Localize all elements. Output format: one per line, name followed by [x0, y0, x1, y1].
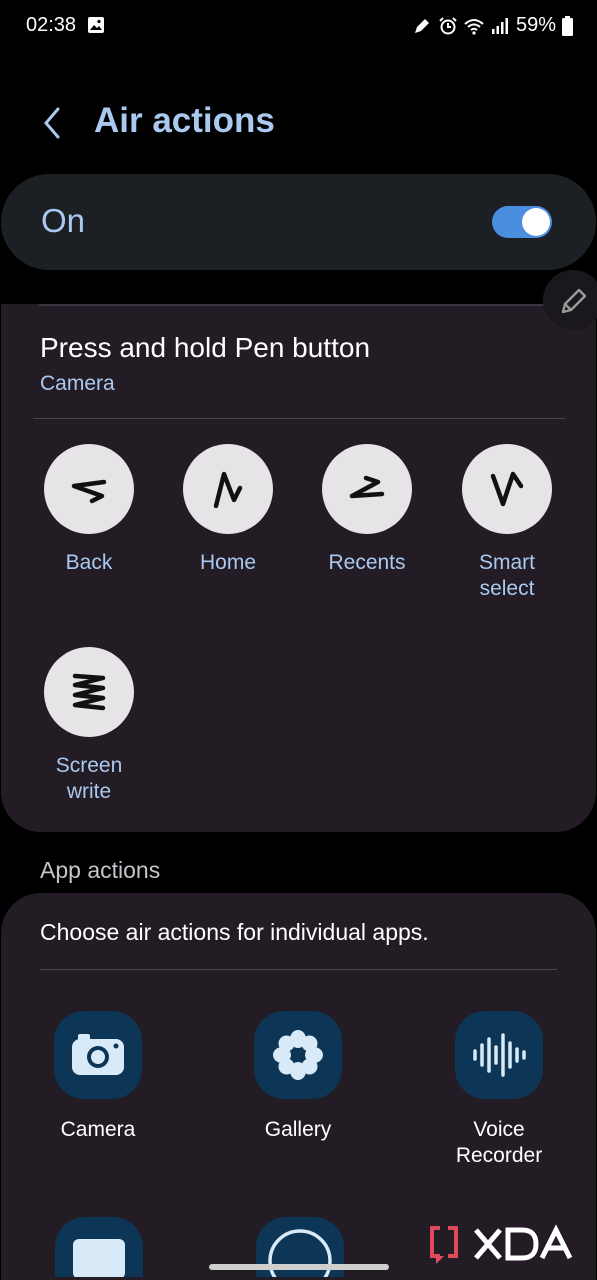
home-gesture-icon: [213, 471, 243, 509]
note-app-icon: [73, 1239, 125, 1277]
gesture-screen-write-label: Screen write: [55, 754, 123, 803]
press-hold-subtitle: Camera: [40, 372, 115, 395]
signal-icon: [491, 17, 508, 34]
gesture-nav-bar[interactable]: [209, 1264, 389, 1270]
edit-button[interactable]: [543, 270, 597, 330]
app-actions-description: Choose air actions for individual apps.: [40, 919, 429, 945]
waveform-icon: [473, 1033, 526, 1077]
status-icons: 59%: [412, 14, 573, 37]
gesture-back[interactable]: Back: [29, 444, 149, 576]
app-voice-recorder[interactable]: Voice Recorder: [424, 1011, 574, 1169]
press-hold-title[interactable]: Press and hold Pen button: [40, 332, 370, 364]
flower-icon: [273, 1030, 323, 1080]
gesture-recents-circle: [322, 444, 412, 534]
battery-icon: [562, 15, 573, 36]
gesture-smart-select-circle: [462, 444, 552, 534]
gesture-back-label: Back: [65, 551, 113, 574]
app-camera[interactable]: Camera: [23, 1011, 173, 1143]
back-gesture-icon: [71, 479, 107, 504]
back-button[interactable]: [36, 104, 68, 142]
pen-button-card: Press and hold Pen button Camera Back Ho…: [1, 304, 596, 832]
gesture-screen-write-circle: [44, 647, 134, 737]
camera-app-icon: [54, 1011, 142, 1099]
pencil-icon: [561, 288, 587, 314]
gesture-smart-select-label: Smart select: [478, 551, 535, 600]
gesture-screen-write[interactable]: Screen write: [29, 647, 149, 805]
gesture-smart-select[interactable]: Smart select: [447, 444, 567, 602]
gesture-back-circle: [44, 444, 134, 534]
app-actions-header: App actions: [40, 857, 161, 883]
app-actions-divider: [40, 969, 557, 970]
camera-icon: [72, 1034, 124, 1075]
card-top-line: [39, 304, 560, 306]
wifi-icon: [464, 18, 484, 35]
card-divider: [33, 418, 565, 419]
gesture-home[interactable]: Home: [168, 444, 288, 576]
voice-recorder-app-icon: [455, 1011, 543, 1099]
recents-gesture-icon: [349, 475, 385, 499]
smart-select-gesture-icon: [490, 471, 524, 507]
battery-percent: 59%: [515, 14, 556, 36]
pen-icon: [414, 18, 429, 33]
gallery-app-icon: [254, 1011, 342, 1099]
status-time: 02:38: [26, 14, 77, 36]
page-title: Air actions: [94, 101, 275, 140]
gesture-recents-label: Recents: [328, 551, 406, 574]
gesture-home-circle: [183, 444, 273, 534]
image-notification-icon: [88, 17, 104, 33]
gesture-recents[interactable]: Recents: [307, 444, 427, 576]
xda-logo-watermark: [430, 1224, 573, 1264]
screen-write-gesture-icon: [72, 673, 106, 711]
master-switch-label: On: [41, 202, 86, 239]
camera-app-label: Camera: [60, 1118, 136, 1141]
app-gallery[interactable]: Gallery: [223, 1011, 373, 1143]
alarm-icon: [439, 16, 457, 34]
status-bar: 02:38 59%: [0, 0, 597, 52]
master-switch-row[interactable]: On: [1, 174, 596, 270]
toggle-knob: [522, 208, 550, 236]
master-toggle[interactable]: [492, 206, 552, 238]
gesture-home-label: Home: [199, 551, 257, 574]
app-partial-1[interactable]: [55, 1217, 143, 1277]
gallery-app-label: Gallery: [264, 1118, 332, 1141]
voice-recorder-app-label: Voice Recorder: [455, 1118, 543, 1167]
